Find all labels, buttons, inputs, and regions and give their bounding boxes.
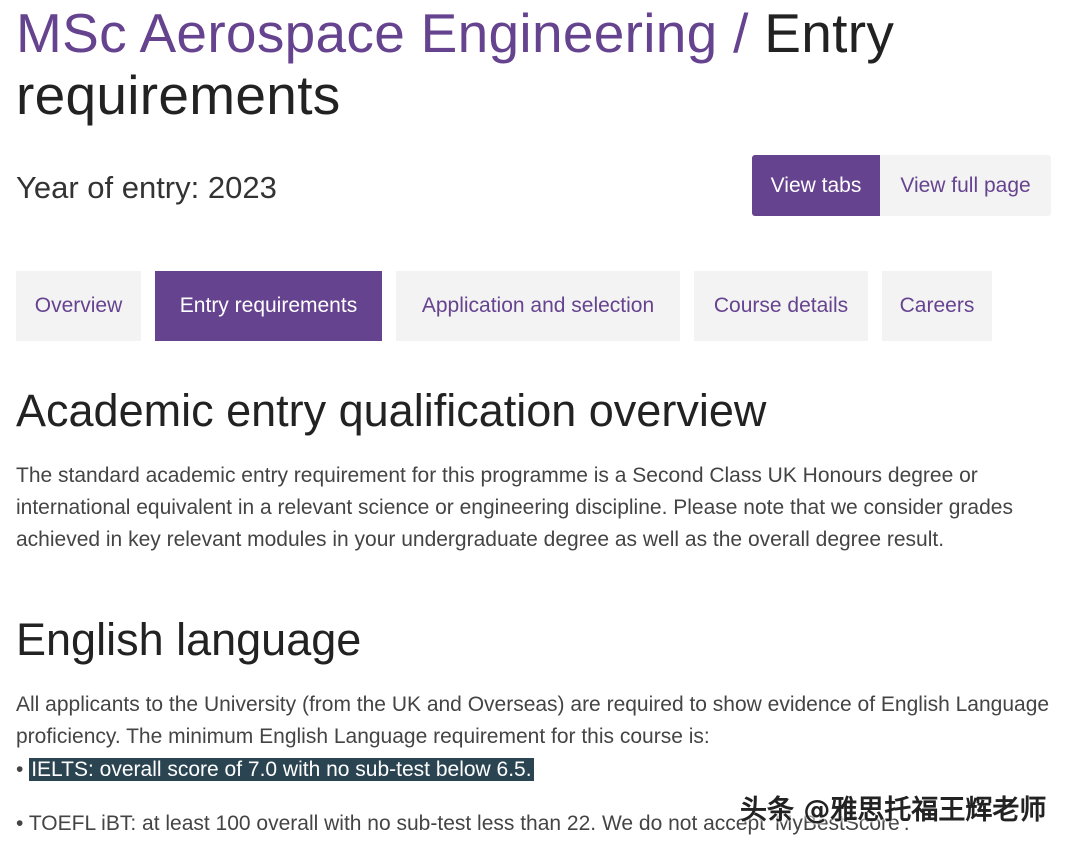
view-tabs-button[interactable]: View tabs: [752, 155, 880, 216]
watermark: 头条 @雅思托福王辉老师: [740, 795, 1047, 826]
section-tabs: Overview Entry requirements Application …: [16, 271, 992, 341]
year-of-entry: Year of entry: 2023: [16, 170, 277, 205]
academic-heading: Academic entry qualification overview: [16, 385, 767, 436]
tab-application-and-selection[interactable]: Application and selection: [396, 271, 680, 341]
tab-course-details[interactable]: Course details: [694, 271, 868, 341]
english-heading: English language: [16, 614, 362, 665]
ielts-requirement: • IELTS: overall score of 7.0 with no su…: [16, 754, 534, 786]
academic-body: The standard academic entry requirement …: [16, 464, 1013, 551]
view-full-page-button[interactable]: View full page: [880, 155, 1051, 216]
breadcrumb-programme[interactable]: MSc Aerospace Engineering: [16, 2, 718, 64]
view-toggle: View tabs View full page: [752, 155, 1051, 216]
bullet-marker: •: [16, 758, 24, 781]
tab-overview[interactable]: Overview: [16, 271, 141, 341]
tab-entry-requirements[interactable]: Entry requirements: [155, 271, 382, 341]
breadcrumb-separator: /: [717, 2, 765, 64]
bullet-marker: •: [16, 812, 24, 835]
tab-careers[interactable]: Careers: [882, 271, 992, 341]
ielts-requirement-text: IELTS: overall score of 7.0 with no sub-…: [29, 758, 534, 781]
english-body: All applicants to the University (from t…: [16, 693, 1050, 748]
page-title: MSc Aerospace Engineering / Entry requir…: [16, 2, 1056, 126]
